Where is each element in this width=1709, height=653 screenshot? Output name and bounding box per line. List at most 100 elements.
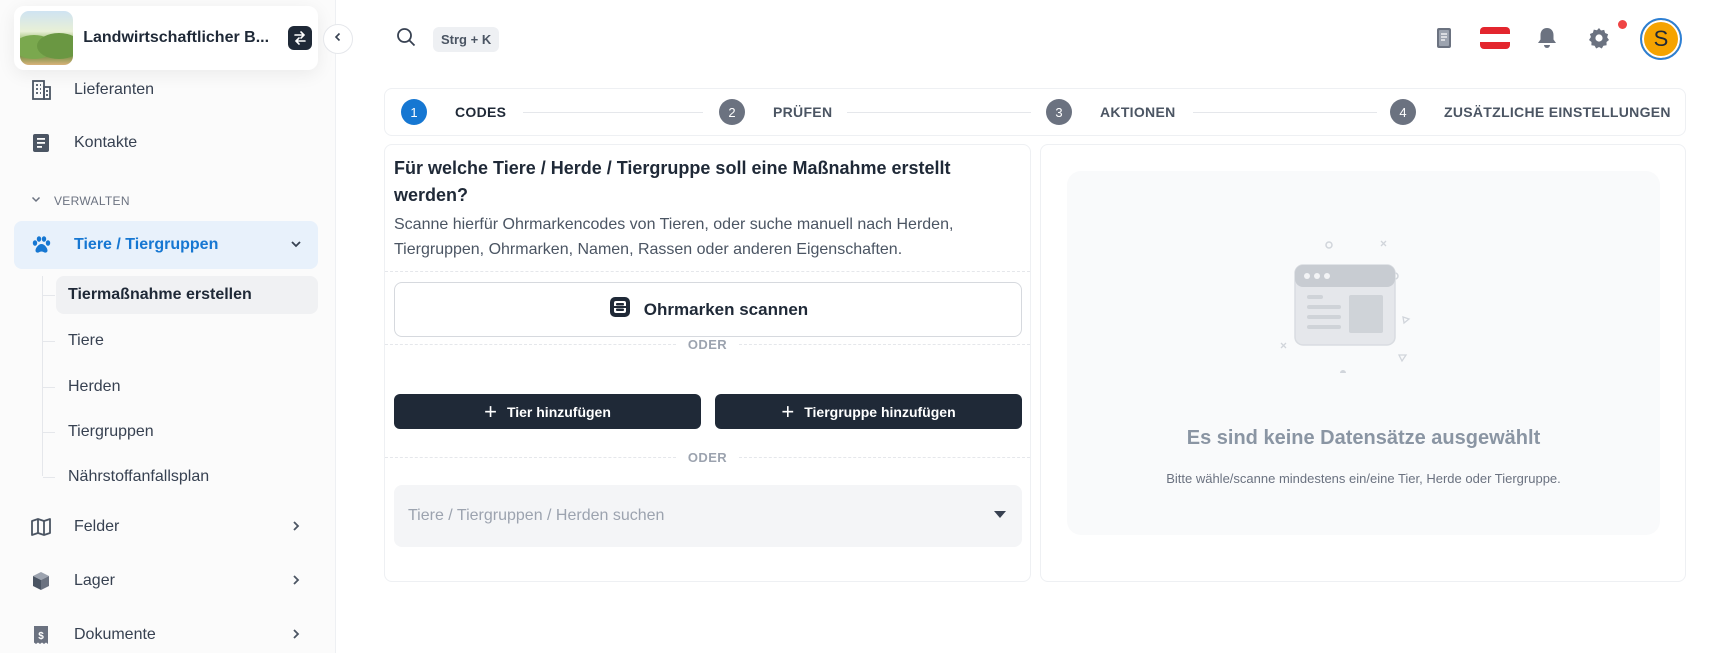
or-label: ODER <box>687 450 728 465</box>
search-icon[interactable] <box>395 26 417 53</box>
empty-state-title: Es sind keine Datensätze ausgewählt <box>1186 427 1541 449</box>
organization-name: Landwirtschaftlicher B... <box>83 29 270 46</box>
sidebar-subitem-label: Herden <box>68 378 121 395</box>
plus-icon: + <box>484 398 497 424</box>
guide-book-icon[interactable] <box>1429 23 1459 53</box>
sidebar-subitem-label: Tiere <box>68 332 104 349</box>
search-shortcut-badge: Strg + K <box>433 27 500 52</box>
step-connector <box>523 112 703 113</box>
tree-connector <box>43 295 55 296</box>
section-verwalten[interactable]: VERWALTEN <box>30 193 130 208</box>
add-animal-group-button[interactable]: + Tiergruppe hinzufügen <box>715 394 1022 429</box>
step-label: ZUSÄTZLICHE EINSTELLUNGEN <box>1444 104 1671 120</box>
sidebar-item-label: Lager <box>74 572 115 589</box>
building-icon <box>28 77 54 103</box>
tree-connector <box>43 477 55 478</box>
empty-state: Es sind keine Datensätze ausgewählt Bitt… <box>1067 171 1660 535</box>
sidebar-subitem-label: Nährstoffanfallsplan <box>68 468 210 485</box>
document-dollar-icon: $ <box>28 622 54 648</box>
chevron-down-icon <box>288 236 304 257</box>
sidebar-item-dokumente[interactable]: $ Dokumente <box>14 611 318 653</box>
paw-icon <box>28 232 54 258</box>
step-label: AKTIONEN <box>1100 104 1176 120</box>
language-flag-austria[interactable] <box>1480 23 1510 53</box>
chevron-right-icon <box>288 518 304 539</box>
step-label: CODES <box>455 104 507 120</box>
organization-switcher[interactable]: Landwirtschaftlicher B... <box>14 6 318 70</box>
step-number: 4 <box>1390 99 1416 125</box>
scan-button-label: Ohrmarken scannen <box>643 299 809 319</box>
sidebar-item-tiere-tiergruppen[interactable]: Tiere / Tiergruppen <box>14 221 318 269</box>
svg-text:$: $ <box>38 631 44 642</box>
step-number: 3 <box>1046 99 1072 125</box>
add-animal-button[interactable]: + Tier hinzufügen <box>394 394 701 429</box>
animal-search-placeholder: Tiere / Tiergruppen / Herden suchen <box>408 507 665 524</box>
tree-line <box>42 276 43 476</box>
switch-organization-icon[interactable] <box>288 26 312 50</box>
step-pruefen[interactable]: 2 PRÜFEN <box>719 99 832 125</box>
tree-connector <box>43 387 55 388</box>
selection-question: Für welche Tiere / Herde / Tiergruppe so… <box>394 158 951 205</box>
scanner-icon <box>608 295 632 324</box>
selection-description: Scanne hierfür Ohrmarkencodes von Tieren… <box>394 216 954 258</box>
or-label: ODER <box>687 337 728 352</box>
sidebar-subitem-naehrstoffanfallsplan[interactable]: Nährstoffanfallsplan <box>56 458 318 496</box>
chevron-right-icon <box>288 572 304 593</box>
empty-state-subtitle: Bitte wähle/scanne mindestens ein/eine T… <box>1166 471 1561 486</box>
collapse-sidebar-button[interactable] <box>323 24 353 54</box>
step-number: 2 <box>719 99 745 125</box>
or-divider: ODER <box>385 337 1031 352</box>
global-search[interactable]: Strg + K <box>395 26 500 53</box>
chevron-down-icon <box>30 193 42 208</box>
sidebar-item-label: Tiere / Tiergruppen <box>74 236 219 253</box>
sidebar-subitem-tiermassnahme-erstellen[interactable]: Tiermaßnahme erstellen <box>56 276 318 314</box>
sidebar: Landwirtschaftlicher B... Lieferanten Ko… <box>0 0 336 653</box>
sidebar-item-lieferanten[interactable]: Lieferanten <box>14 66 318 114</box>
sidebar-item-label: Dokumente <box>74 626 156 643</box>
map-icon <box>28 514 54 540</box>
plus-icon: + <box>781 398 795 424</box>
sidebar-subitem-label: Tiergruppen <box>68 423 154 440</box>
sidebar-subitem-label: Tiermaßnahme erstellen <box>68 286 252 303</box>
divider <box>385 271 1030 272</box>
step-number: 1 <box>401 99 427 125</box>
notifications-bell-icon[interactable] <box>1532 23 1562 53</box>
empty-window-illustration <box>1280 240 1411 373</box>
chevron-left-icon <box>331 30 345 49</box>
scan-ear-tags-button[interactable]: Ohrmarken scannen <box>394 282 1022 337</box>
sidebar-item-kontakte[interactable]: Kontakte <box>14 119 318 167</box>
selection-panel: Für welche Tiere / Herde / Tiergruppe so… <box>384 144 1031 582</box>
chevron-right-icon <box>288 626 304 647</box>
sidebar-item-label: Kontakte <box>74 134 138 151</box>
organization-logo <box>20 11 74 65</box>
add-animal-group-label: Tiergruppe hinzufügen <box>804 403 956 420</box>
wizard-stepper: 1 CODES 2 PRÜFEN 3 AKTIONEN 4 ZUSÄTZLICH… <box>384 88 1686 136</box>
selected-records-panel: Es sind keine Datensätze ausgewählt Bitt… <box>1040 144 1686 582</box>
box-icon <box>28 568 54 594</box>
step-zusaetzliche-einstellungen[interactable]: 4 ZUSÄTZLICHE EINSTELLUNGEN <box>1390 99 1671 125</box>
sidebar-subitem-tiere[interactable]: Tiere <box>56 322 318 360</box>
caret-down-icon <box>994 511 1006 518</box>
user-avatar[interactable]: S <box>1640 18 1682 60</box>
sidebar-item-felder[interactable]: Felder <box>14 503 318 551</box>
step-label: PRÜFEN <box>773 104 833 120</box>
section-label: VERWALTEN <box>54 193 130 208</box>
sidebar-item-label: Lieferanten <box>74 81 155 98</box>
sidebar-subitem-herden[interactable]: Herden <box>56 368 318 406</box>
sidebar-item-lager[interactable]: Lager <box>14 557 318 605</box>
or-divider: ODER <box>385 450 1031 465</box>
step-codes[interactable]: 1 CODES <box>401 99 506 125</box>
step-aktionen[interactable]: 3 AKTIONEN <box>1046 99 1176 125</box>
tree-connector <box>43 341 55 342</box>
contacts-icon <box>28 130 54 156</box>
sidebar-subitem-tiergruppen[interactable]: Tiergruppen <box>56 413 318 451</box>
settings-gear-icon[interactable] <box>1584 23 1614 53</box>
tree-connector <box>43 432 55 433</box>
add-animal-label: Tier hinzufügen <box>506 403 611 420</box>
austria-flag-icon <box>1480 27 1510 49</box>
sidebar-item-label: Felder <box>74 518 120 535</box>
settings-notification-dot <box>1618 20 1627 29</box>
step-connector <box>847 112 1031 113</box>
step-connector <box>1193 112 1377 113</box>
animal-search-select[interactable]: Tiere / Tiergruppen / Herden suchen <box>394 485 1022 547</box>
